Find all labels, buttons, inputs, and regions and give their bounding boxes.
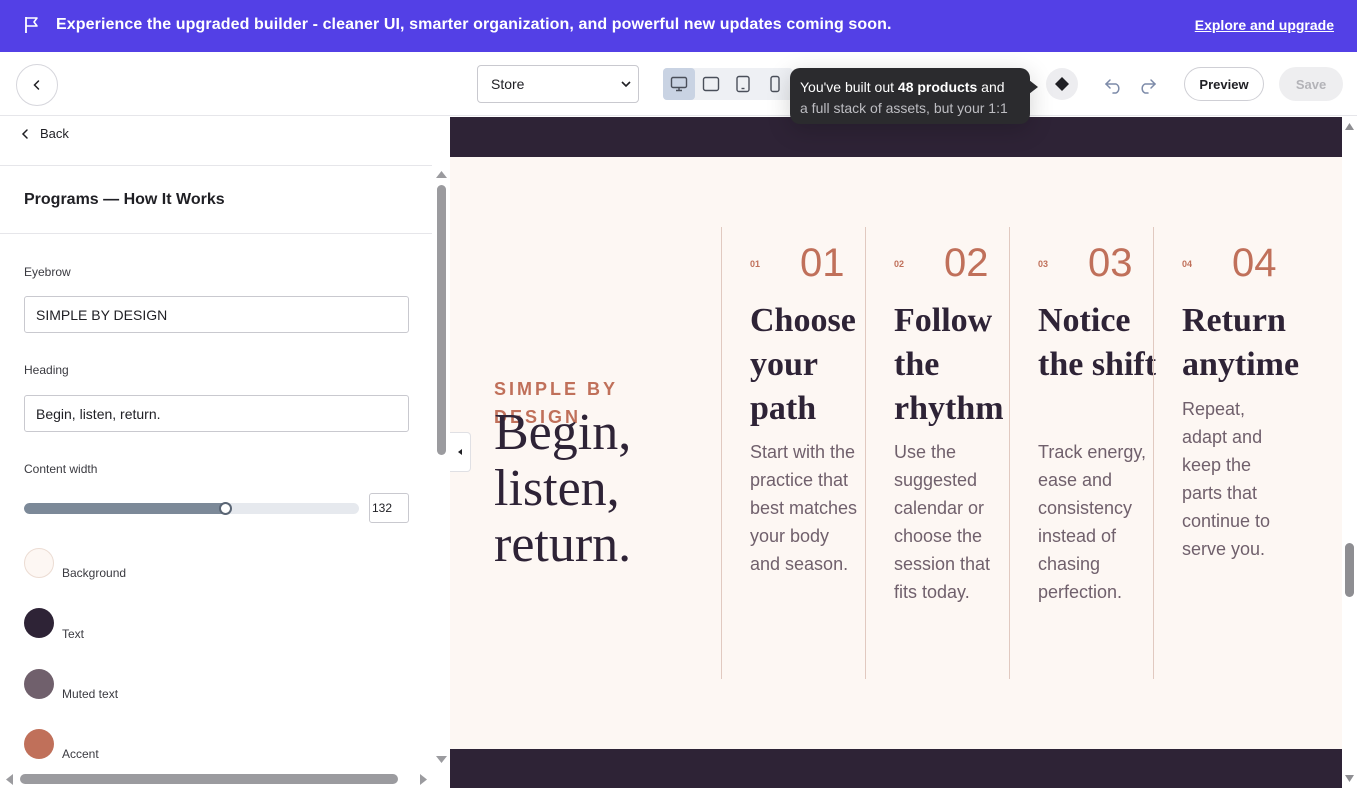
- tooltip-line1: You've built out 48 products and: [800, 79, 1005, 95]
- muted-text-color-label: Muted text: [62, 687, 119, 701]
- content-width-slider[interactable]: [24, 503, 359, 514]
- section-heading: Begin, listen, return.: [494, 405, 684, 573]
- eyebrow-input[interactable]: SIMPLE BY DESIGN: [24, 296, 409, 333]
- scroll-left-arrow-icon[interactable]: [2, 771, 16, 788]
- diamond-icon: [1055, 77, 1069, 91]
- sidebar-vertical-scrollbar[interactable]: [433, 167, 450, 773]
- explore-upgrade-link[interactable]: Explore and upgrade: [1195, 17, 1334, 33]
- device-mobile-button[interactable]: [759, 68, 791, 100]
- scroll-down-arrow-icon[interactable]: [1342, 772, 1357, 786]
- text-color-label: Text: [62, 627, 85, 641]
- settings-sidebar: Back Programs — How It Works Eyebrow SIM…: [0, 117, 450, 788]
- canvas-vertical-scrollbar[interactable]: [1342, 117, 1357, 788]
- scroll-right-arrow-icon[interactable]: [417, 771, 431, 788]
- mobile-icon: [770, 75, 780, 93]
- content-width-label: Content width: [24, 462, 98, 476]
- sidebar-back-label: Back: [40, 126, 69, 141]
- scroll-up-arrow-icon[interactable]: [433, 167, 450, 181]
- eyebrow-label: Eyebrow: [24, 265, 71, 279]
- heading-line: Begin,: [494, 404, 632, 461]
- device-desktop-button[interactable]: [663, 68, 695, 100]
- chevron-down-icon: [621, 81, 631, 88]
- step-title: Choose your path: [750, 302, 856, 427]
- chevron-left-icon: [21, 128, 28, 139]
- ai-assistant-button[interactable]: [1046, 68, 1078, 100]
- caret-left-icon: [458, 449, 462, 455]
- tooltip-pointer: [1029, 80, 1038, 94]
- undo-icon[interactable]: [1104, 76, 1124, 94]
- step-card-4: 04 04 Return anytime Repeat, adapt and k…: [1153, 227, 1299, 679]
- step-small-number: 03: [1038, 259, 1049, 269]
- step-title: Return anytime: [1182, 302, 1300, 383]
- step-big-number: 01: [800, 241, 845, 285]
- accent-color-label: Accent: [62, 747, 99, 761]
- content-width-input[interactable]: 132: [369, 493, 409, 523]
- preview-canvas: SIMPLE BY DESIGN Begin, listen, return. …: [450, 117, 1342, 788]
- sidebar-hscroll-thumb[interactable]: [20, 774, 398, 784]
- step-body: Use the suggested calendar or choose the…: [894, 442, 991, 602]
- heading-line: listen,: [494, 460, 620, 517]
- text-color-swatch[interactable]: [24, 608, 54, 638]
- chevron-left-icon: [33, 80, 40, 90]
- page-select-value: Store: [491, 76, 525, 92]
- step-small-number: 02: [894, 259, 905, 269]
- editor-toolbar: Store You've built out 48 products and a…: [0, 52, 1357, 124]
- step-big-number: 04: [1232, 241, 1277, 285]
- divider: [0, 233, 432, 234]
- accent-color-swatch[interactable]: [24, 729, 54, 759]
- redo-icon[interactable]: [1137, 76, 1157, 94]
- step-title: Notice the shift: [1038, 302, 1157, 383]
- step-card-1: 01 01 Choose your path Start with the pr…: [721, 227, 865, 679]
- heading-input[interactable]: Begin, listen, return.: [24, 395, 409, 432]
- tablet-portrait-icon: [736, 75, 750, 93]
- exit-editor-button[interactable]: [16, 64, 58, 106]
- sidebar-scroll-thumb[interactable]: [437, 185, 446, 455]
- background-color-label: Background: [62, 566, 127, 580]
- tablet-landscape-icon: [702, 76, 720, 92]
- step-big-number: 02: [944, 241, 989, 285]
- page-select[interactable]: Store: [477, 65, 639, 103]
- sidebar-back-button[interactable]: Back: [20, 126, 69, 141]
- step-body: Track energy, ease and consistency inste…: [1038, 442, 1147, 602]
- products-tooltip: You've built out 48 products and a full …: [790, 68, 1030, 124]
- scroll-down-arrow-icon[interactable]: [433, 753, 450, 767]
- step-card-3: 03 03 Notice the shift Track energy, eas…: [1009, 227, 1156, 679]
- device-tablet-portrait-button[interactable]: [727, 68, 759, 100]
- desktop-icon: [670, 76, 688, 92]
- device-tablet-landscape-button[interactable]: [695, 68, 727, 100]
- preview-button[interactable]: Preview: [1184, 67, 1264, 101]
- tooltip-line2: a full stack of assets, but your 1:1: [800, 100, 1008, 116]
- background-color-swatch[interactable]: [24, 548, 54, 578]
- step-big-number: 03: [1088, 241, 1133, 285]
- content-width-slider-thumb[interactable]: [219, 502, 232, 515]
- step-body: Repeat, adapt and keep the parts that co…: [1182, 399, 1271, 559]
- flag-icon: [25, 17, 38, 33]
- heading-line: return.: [494, 516, 632, 573]
- sidebar-horizontal-scrollbar[interactable]: [0, 771, 433, 788]
- device-switcher: [663, 68, 793, 100]
- step-card-2: 02 02 Follow the rhythm Use the suggeste…: [865, 227, 1009, 679]
- content-width-slider-fill: [24, 503, 225, 514]
- footer-band: [450, 749, 1342, 788]
- scroll-up-arrow-icon[interactable]: [1342, 119, 1357, 133]
- step-body: Start with the practice that best matche…: [750, 442, 858, 574]
- heading-label: Heading: [24, 363, 69, 377]
- step-title: Follow the rhythm: [894, 302, 1004, 427]
- save-button[interactable]: Save: [1279, 67, 1343, 101]
- upgrade-banner: Experience the upgraded builder - cleane…: [0, 0, 1357, 52]
- muted-text-color-swatch[interactable]: [24, 669, 54, 699]
- step-small-number: 01: [750, 259, 761, 269]
- banner-message: Experience the upgraded builder - cleane…: [56, 16, 892, 33]
- canvas-scroll-thumb[interactable]: [1345, 543, 1354, 597]
- divider: [0, 165, 432, 166]
- step-small-number: 04: [1182, 259, 1193, 269]
- section-title: Programs — How It Works: [24, 191, 225, 208]
- collapse-sidebar-button[interactable]: [450, 432, 471, 472]
